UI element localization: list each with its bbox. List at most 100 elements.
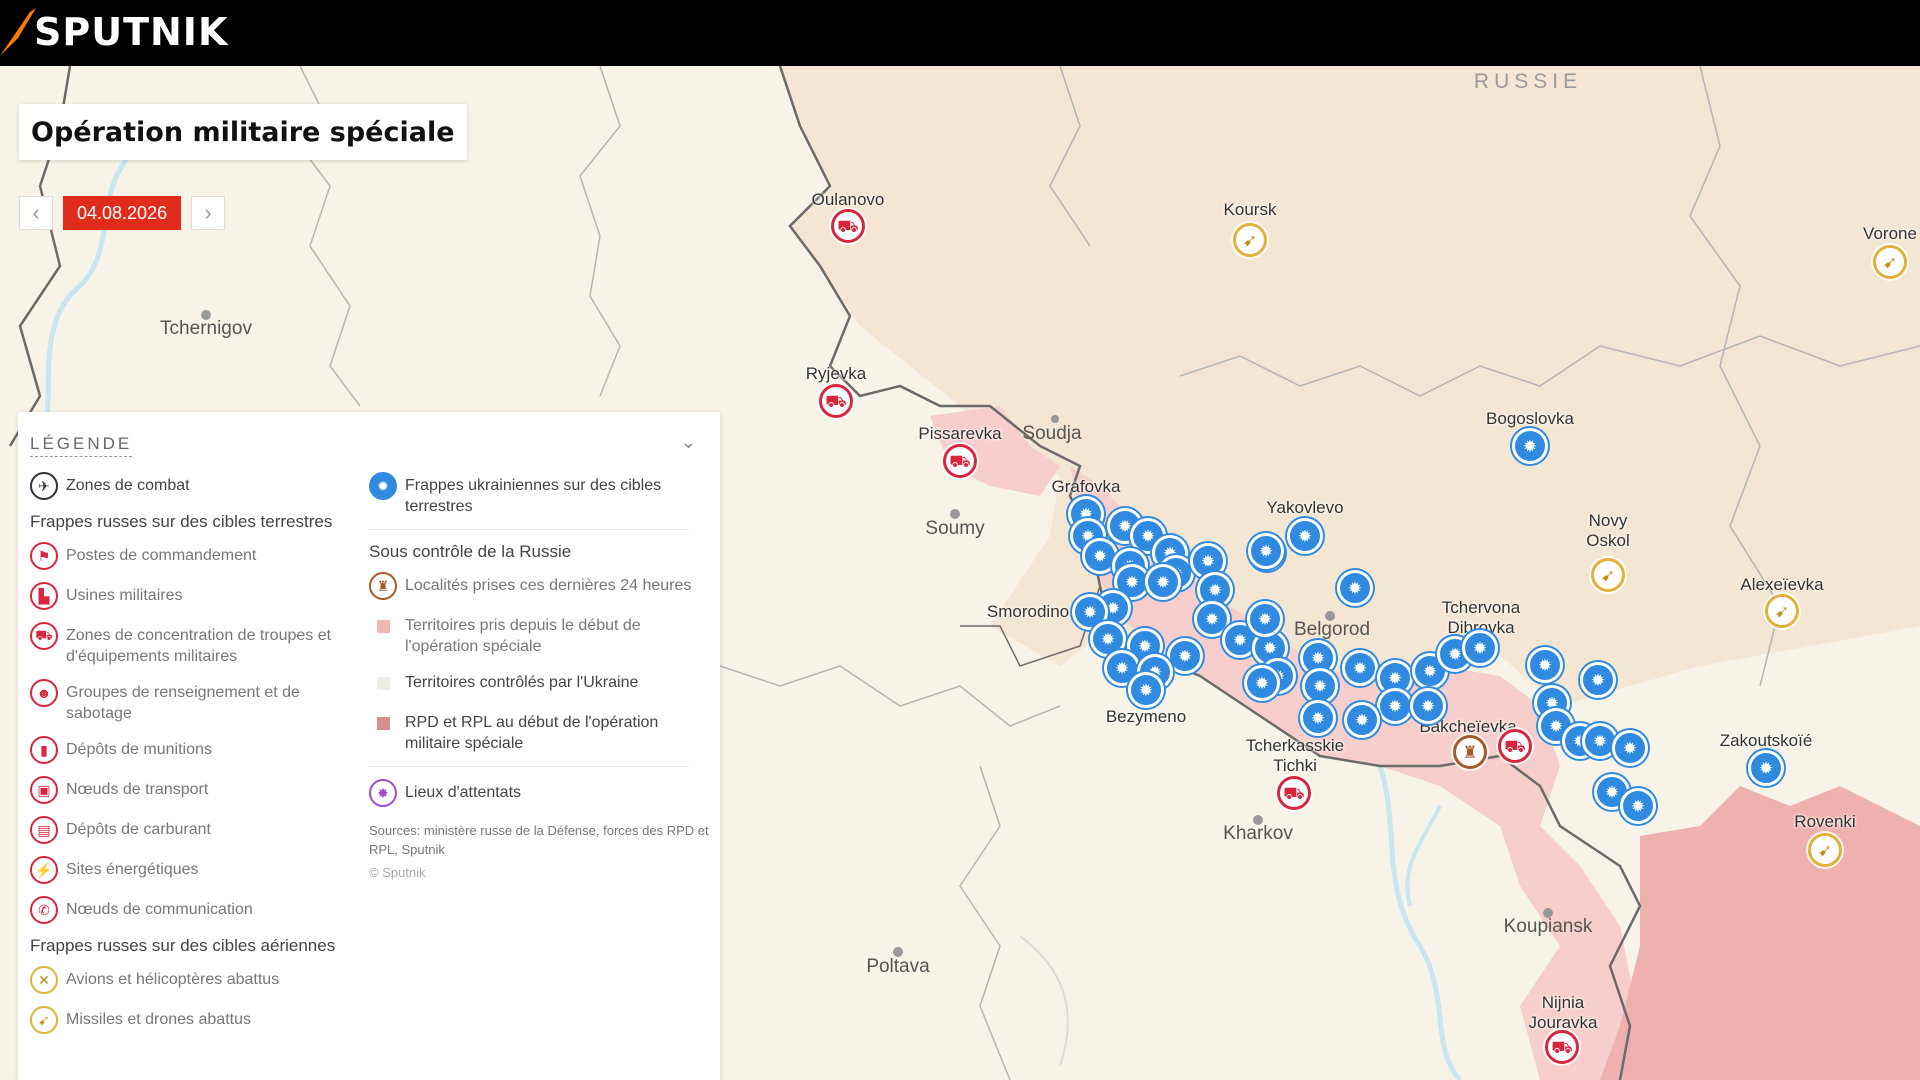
ukrainian-strike-marker[interactable]: ✹ <box>1300 700 1336 736</box>
legend-column-right: ✹ Frappes ukrainiennes sur des cibles ter… <box>369 472 709 880</box>
ukrainian-strike-icon: ✹ <box>369 472 397 500</box>
legend-item: ✹ Frappes ukrainiennes sur des cibles ter… <box>369 472 709 517</box>
captured-locality-marker[interactable]: ♜ <box>1453 735 1487 769</box>
color-swatch <box>369 709 397 737</box>
legend-item-label: Zones de concentration de troupes et d'é… <box>66 627 332 665</box>
place-label: Novy Oskol <box>1586 511 1630 550</box>
legend-item: ✸ Lieux d'attentats <box>369 779 709 807</box>
troop-concentration-marker[interactable]: ⛟ <box>1277 776 1311 810</box>
troop-concentration-marker[interactable]: ⛟ <box>1498 729 1532 763</box>
legend-item: ♜ Localités prises ces dernières 24 heure… <box>369 572 709 600</box>
ukrainian-strike-marker[interactable]: ✹ <box>1337 570 1373 606</box>
missile-shot-down-marker[interactable]: ➹ <box>1808 833 1842 867</box>
factory-icon: ▙ <box>30 582 58 610</box>
fuel-icon: ▤ <box>30 816 58 844</box>
place-label: Soudja <box>1022 423 1082 444</box>
legend-item-label: Nœuds de transport <box>66 781 209 798</box>
troop-concentration-marker[interactable]: ⛟ <box>831 209 865 243</box>
attack-icon: ✸ <box>369 779 397 807</box>
place-label: Bogoslovka <box>1486 409 1574 428</box>
troop-concentration-marker[interactable]: ⛟ <box>819 384 853 418</box>
legend-item: ☻ Groupes de renseignement et de sabotage <box>30 679 370 724</box>
legend-item-label: Avions et hélicoptères abattus <box>66 971 280 988</box>
ukrainian-strike-marker[interactable]: ✹ <box>1410 688 1446 724</box>
legend-item-label: Nœuds de communication <box>66 901 253 918</box>
place-label: Ryjevka <box>805 364 867 383</box>
legend-heading[interactable]: LÉGENDE <box>30 434 133 457</box>
combat-icon: ✈ <box>30 472 58 500</box>
legend-item: ▙ Usines militaires <box>30 582 370 610</box>
legend-item-label: Dépôts de munitions <box>66 741 212 758</box>
legend-item: ✆ Nœuds de communication <box>30 896 370 924</box>
legend-divider <box>369 766 689 767</box>
color-swatch <box>369 612 397 640</box>
place-label: Rovenki <box>1794 812 1856 831</box>
ukrainian-strike-marker[interactable]: ✹ <box>1527 647 1563 683</box>
place-label: Koupiansk <box>1503 916 1593 937</box>
prev-date-button[interactable]: ‹ <box>19 196 53 230</box>
captured-locality-icon: ♜ <box>369 572 397 600</box>
energy-icon: ⚡ <box>30 856 58 884</box>
legend-item-label: Frappes ukrainiennes sur des cibles terr… <box>405 477 662 515</box>
ukrainian-strike-marker[interactable]: ✹ <box>1748 750 1784 786</box>
ukrainian-strike-marker[interactable]: ✹ <box>1580 662 1616 698</box>
copyright-note: © Sputnik <box>369 865 426 880</box>
ukrainian-strike-marker[interactable]: ✹ <box>1462 630 1498 666</box>
legend-section-title: Frappes russes sur des cibles aériennes <box>30 936 336 955</box>
sources-note: Sources: ministère russe de la Défense, … <box>369 823 709 857</box>
brand-logo[interactable]: SPUTNIK <box>34 10 228 54</box>
legend-item-label: Zones de combat <box>66 477 190 494</box>
legend-item-label: Missiles et drones abattus <box>66 1011 251 1028</box>
place-label: Zakoutskoïé <box>1719 731 1813 750</box>
place-label: Tcherkasskie Tichki <box>1245 736 1345 775</box>
place-label: Koursk <box>1223 200 1277 219</box>
missile-shot-down-marker[interactable]: ➹ <box>1873 245 1907 279</box>
ukrainian-strike-marker[interactable]: ✹ <box>1612 730 1648 766</box>
ukrainian-strike-marker[interactable]: ✹ <box>1128 672 1164 708</box>
missile-shot-down-marker[interactable]: ➹ <box>1765 594 1799 628</box>
ukrainian-strike-marker[interactable]: ✹ <box>1344 702 1380 738</box>
top-bar: SPUTNIK <box>0 0 1920 66</box>
date-navigator: ‹ 04.08.2026 › <box>19 196 226 230</box>
train-icon: ▣ <box>30 776 58 804</box>
ukrainian-strike-marker[interactable]: ✹ <box>1248 533 1284 569</box>
country-label: RUSSIE <box>1473 70 1583 93</box>
page-title: Opération militaire spéciale <box>31 116 455 148</box>
legend-item-label: Lieux d'attentats <box>405 784 522 801</box>
legend-item: Territoires contrôlés par l'Ukraine <box>369 669 709 697</box>
legend-item-label: Sites énergétiques <box>66 861 199 878</box>
ukrainian-strike-marker[interactable]: ✹ <box>1287 518 1323 554</box>
legend-item: ⚑ Postes de commandement <box>30 542 370 570</box>
plane-icon: ✕ <box>30 966 58 994</box>
place-label: Belgorod <box>1293 619 1371 640</box>
chevron-down-icon[interactable]: ⌄ <box>681 432 696 453</box>
missile-shot-down-marker[interactable]: ➹ <box>1591 558 1625 592</box>
current-date-badge[interactable]: 04.08.2026 <box>63 196 182 230</box>
legend-item-label: Postes de commandement <box>66 547 257 564</box>
place-label: Oulanovo <box>811 190 885 209</box>
troop-concentration-marker[interactable]: ⛟ <box>1545 1030 1579 1064</box>
legend-item-label: Dépôts de carburant <box>66 821 211 838</box>
ukrainian-strike-marker[interactable]: ✹ <box>1302 668 1338 704</box>
place-label: Smorodino <box>986 602 1070 621</box>
legend-item: ➹ Missiles et drones abattus <box>30 1006 370 1034</box>
legend-item: ▤ Dépôts de carburant <box>30 816 370 844</box>
place-label: Grafovka <box>1051 477 1121 496</box>
flag-icon: ⚑ <box>30 542 58 570</box>
missile-shot-down-marker[interactable]: ➹ <box>1233 223 1267 257</box>
ukrainian-strike-marker[interactable]: ✹ <box>1342 650 1378 686</box>
ukrainian-strike-marker[interactable]: ✹ <box>1512 428 1548 464</box>
ukrainian-strike-marker[interactable]: ✹ <box>1244 665 1280 701</box>
next-date-button[interactable]: › <box>191 196 226 230</box>
legend-item-label: Usines militaires <box>66 587 183 604</box>
legend-divider <box>369 529 689 530</box>
troop-concentration-marker[interactable]: ⛟ <box>943 444 977 478</box>
legend-column-left: ✈ Zones de combat Frappes russes sur des c… <box>30 472 370 1046</box>
ukrainian-strike-marker[interactable]: ✹ <box>1145 564 1181 600</box>
missile-icon: ➹ <box>30 1006 58 1034</box>
ukrainian-strike-marker[interactable]: ✹ <box>1377 688 1413 724</box>
ukrainian-strike-marker[interactable]: ✹ <box>1620 788 1656 824</box>
legend-item-label: Territoires pris depuis le début de l'op… <box>405 617 641 655</box>
ukrainian-strike-marker[interactable]: ✹ <box>1247 601 1283 637</box>
legend-item: ⛟ Zones de concentration de troupes et d'… <box>30 622 370 667</box>
